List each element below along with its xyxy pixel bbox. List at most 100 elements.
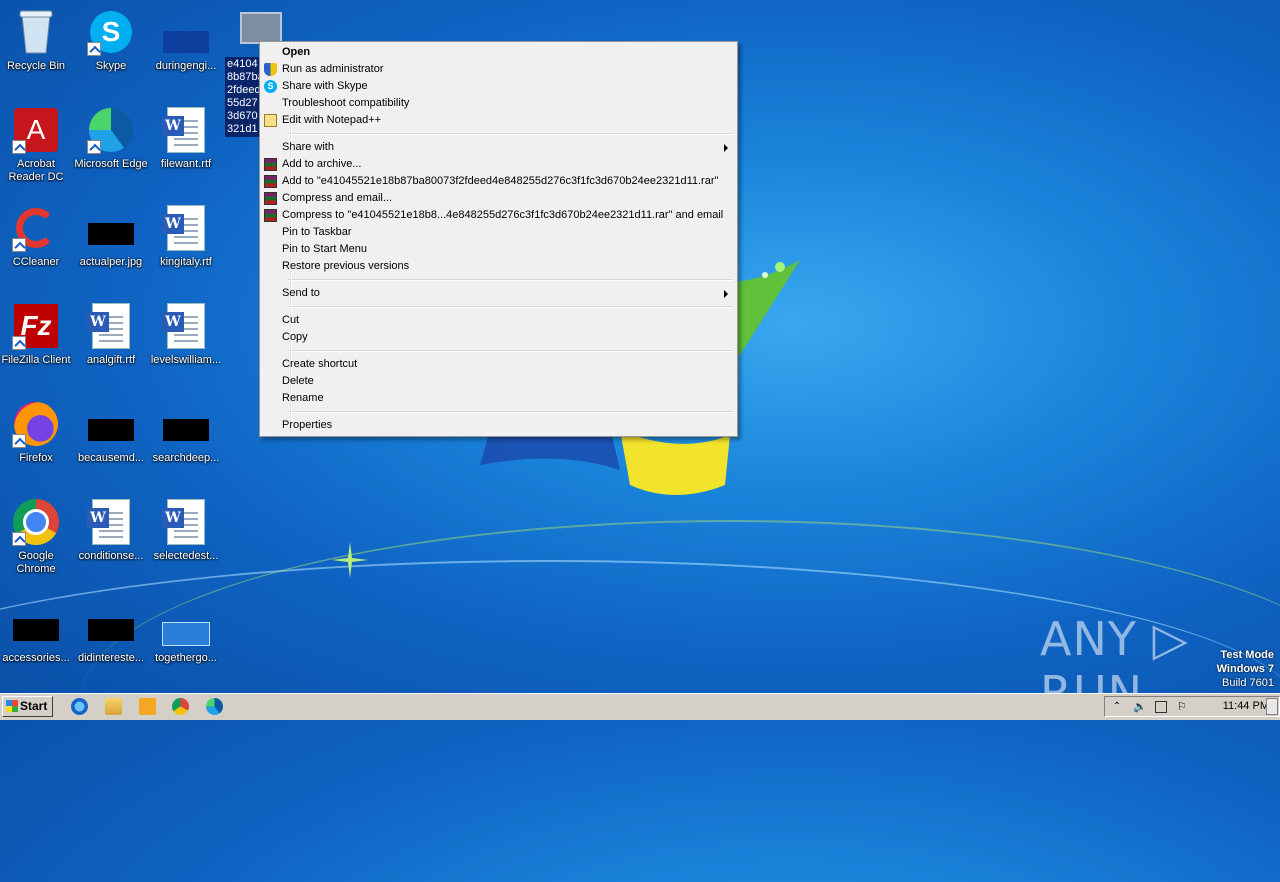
desktop-icon-acrobat[interactable]: A Acrobat Reader DC	[0, 106, 74, 184]
menu-item-copy[interactable]: Copy	[262, 329, 735, 346]
menu-item-restore-previous-versions[interactable]: Restore previous versions	[262, 258, 735, 275]
desktop-icon-actualper[interactable]: actualper.jpg	[73, 204, 149, 269]
desktop-icon-selected-file[interactable]	[226, 12, 294, 44]
firefox-icon	[12, 400, 60, 448]
test-mode-notice: Test Mode Windows 7 Build 7601	[1216, 649, 1274, 689]
word-doc-icon: W	[162, 106, 210, 154]
media-player-icon[interactable]	[139, 698, 156, 715]
winrar-icon	[264, 175, 277, 188]
skype-icon: S	[87, 8, 135, 56]
menu-separator	[288, 279, 733, 281]
menu-item-pin-to-taskbar[interactable]: Pin to Taskbar	[262, 224, 735, 241]
desktop-icon-conditionse[interactable]: W conditionse...	[73, 498, 149, 563]
desktop-icon-filezilla[interactable]: Fz FileZilla Client	[0, 302, 74, 367]
desktop-icon-duringengi[interactable]: duringengi...	[148, 8, 224, 73]
image-thumbnail-icon	[87, 600, 135, 648]
acrobat-icon: A	[12, 106, 60, 154]
shortcut-arrow-icon	[87, 42, 101, 56]
clock[interactable]: 11:44 PM	[1223, 700, 1269, 712]
menu-item-create-shortcut[interactable]: Create shortcut	[262, 356, 735, 373]
desktop-icon-searchdeep[interactable]: searchdeep...	[148, 400, 224, 465]
desktop-icon-recycle-bin[interactable]: Recycle Bin	[0, 8, 74, 73]
submenu-arrow-icon	[724, 290, 728, 298]
notepadpp-icon	[264, 114, 277, 127]
chrome-icon[interactable]	[172, 698, 189, 715]
desktop-icon-skype[interactable]: S Skype	[73, 8, 149, 73]
menu-item-share-with[interactable]: Share with	[262, 139, 735, 156]
desktop-icon-ccleaner[interactable]: CCleaner	[0, 204, 74, 269]
sparkle-graphic	[332, 542, 368, 578]
show-desktop-button[interactable]	[1266, 698, 1278, 715]
show-hidden-icons-icon[interactable]: ⌃	[1111, 701, 1123, 713]
ccleaner-icon	[12, 204, 60, 252]
image-thumbnail-icon	[87, 204, 135, 252]
uac-shield-icon	[264, 63, 277, 76]
desktop-icon-edge[interactable]: Microsoft Edge	[73, 106, 149, 171]
desktop-icon-accessories[interactable]: accessories...	[0, 600, 74, 665]
explorer-icon[interactable]	[105, 698, 122, 715]
desktop-icon-chrome[interactable]: Google Chrome	[0, 498, 74, 576]
windows-flag-icon	[6, 700, 18, 712]
menu-separator	[288, 306, 733, 308]
action-center-flag-icon[interactable]: ⚐	[1177, 701, 1189, 713]
menu-item-delete[interactable]: Delete	[262, 373, 735, 390]
shortcut-arrow-icon	[87, 140, 101, 154]
shortcut-arrow-icon	[12, 336, 26, 350]
menu-separator	[288, 350, 733, 352]
menu-separator	[288, 133, 733, 135]
menu-item-compress-to-rar-and-email[interactable]: Compress to "e41045521e18b8...4e848255d2…	[262, 207, 735, 224]
menu-item-share-with-skype[interactable]: S Share with Skype	[262, 78, 735, 95]
skype-icon: S	[264, 80, 277, 93]
start-button[interactable]: Start	[2, 696, 53, 717]
menu-item-edit-with-notepadpp[interactable]: Edit with Notepad++	[262, 112, 735, 129]
edge-icon	[87, 106, 135, 154]
desktop-icon-togethergo[interactable]: togethergo...	[148, 600, 224, 665]
image-thumbnail-icon	[12, 600, 60, 648]
desktop-icon-firefox[interactable]: Firefox	[0, 400, 74, 465]
menu-item-pin-to-start-menu[interactable]: Pin to Start Menu	[262, 241, 735, 258]
taskbar: Start ⌃ 🔈 ⚐ 11:44 PM	[0, 693, 1280, 720]
menu-item-compress-and-email[interactable]: Compress and email...	[262, 190, 735, 207]
shortcut-arrow-icon	[12, 434, 26, 448]
menu-item-run-as-administrator[interactable]: Run as administrator	[262, 61, 735, 78]
volume-icon[interactable]: 🔈	[1133, 701, 1147, 713]
shortcut-arrow-icon	[12, 140, 26, 154]
shortcut-arrow-icon	[12, 532, 26, 546]
word-doc-icon: W	[162, 302, 210, 350]
desktop-icon-becausemd[interactable]: becausemd...	[73, 400, 149, 465]
winrar-icon	[264, 209, 277, 222]
recycle-bin-icon	[12, 8, 60, 56]
desktop-icon-selectedest[interactable]: W selectedest...	[148, 498, 224, 563]
winrar-icon	[264, 158, 277, 171]
menu-item-troubleshoot-compatibility[interactable]: Troubleshoot compatibility	[262, 95, 735, 112]
shortcut-arrow-icon	[12, 238, 26, 252]
menu-item-properties[interactable]: Properties	[262, 417, 735, 434]
executable-file-icon	[240, 12, 282, 44]
chrome-icon	[12, 498, 60, 546]
menu-item-send-to[interactable]: Send to	[262, 285, 735, 302]
file-thumbnail-icon	[162, 600, 210, 648]
menu-separator	[288, 411, 733, 413]
desktop-icon-levelswilliam[interactable]: W levelswilliam...	[148, 302, 224, 367]
desktop-icon-kingitaly[interactable]: W kingitaly.rtf	[148, 204, 224, 269]
word-doc-icon: W	[87, 498, 135, 546]
edge-icon[interactable]	[206, 698, 223, 715]
menu-item-rename[interactable]: Rename	[262, 390, 735, 407]
file-thumbnail-icon	[162, 8, 210, 56]
desktop-icon-didintereste[interactable]: didintereste...	[73, 600, 149, 665]
image-thumbnail-icon	[87, 400, 135, 448]
word-doc-icon: W	[162, 204, 210, 252]
menu-item-add-to-rar[interactable]: Add to "e41045521e18b87ba80073f2fdeed4e8…	[262, 173, 735, 190]
network-icon[interactable]	[1155, 701, 1167, 713]
context-menu: Open Run as administrator S Share with Sk…	[259, 41, 738, 437]
menu-item-cut[interactable]: Cut	[262, 312, 735, 329]
system-tray: ⌃ 🔈 ⚐ 11:44 PM	[1104, 696, 1280, 717]
image-thumbnail-icon	[162, 400, 210, 448]
submenu-arrow-icon	[724, 144, 728, 152]
menu-item-add-to-archive[interactable]: Add to archive...	[262, 156, 735, 173]
menu-item-open[interactable]: Open	[262, 44, 735, 61]
desktop-icon-filewant[interactable]: W filewant.rtf	[148, 106, 224, 171]
ie-icon[interactable]	[71, 698, 88, 715]
word-doc-icon: W	[87, 302, 135, 350]
desktop-icon-analgift[interactable]: W analgift.rtf	[73, 302, 149, 367]
